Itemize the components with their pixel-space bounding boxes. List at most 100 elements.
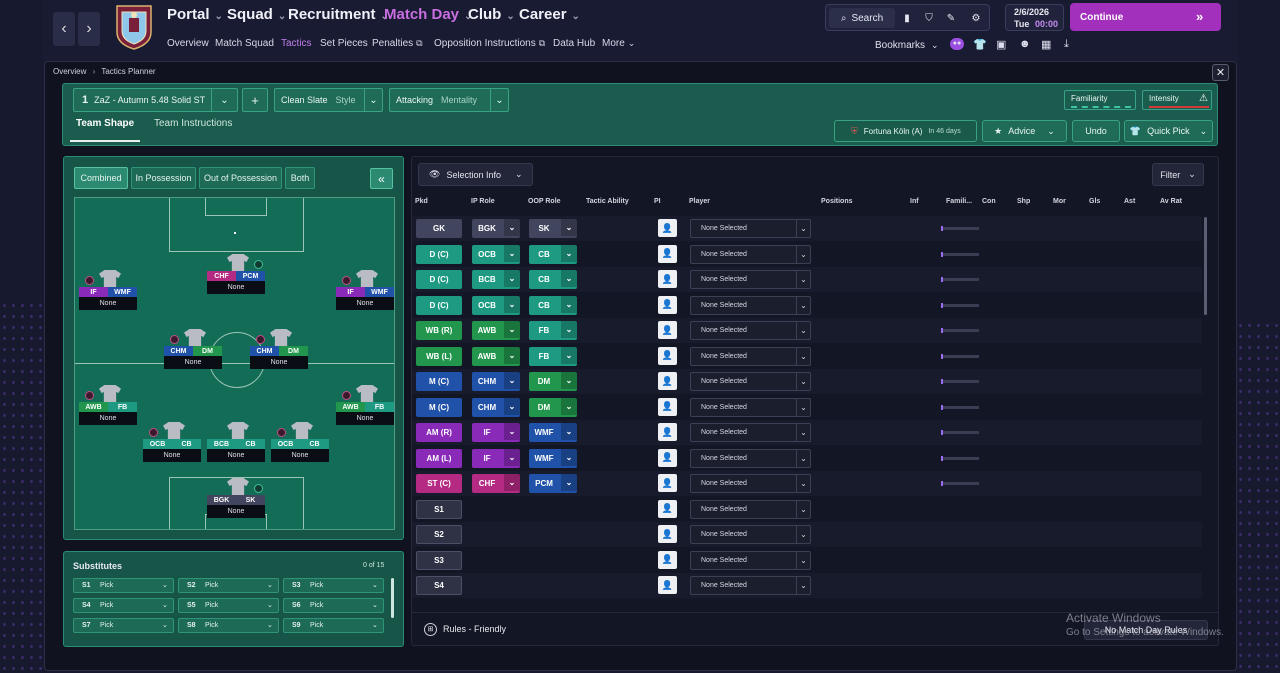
subnav-opposition-instructions[interactable]: Opposition Instructions ⧉ — [434, 38, 545, 49]
bookmark-icon[interactable]: ▮ — [896, 8, 918, 28]
pitch-player-dcr[interactable]: OCB CB None — [271, 422, 329, 462]
pitch-player-dc[interactable]: BCB CB None — [207, 422, 265, 462]
oop-role-select[interactable]: WMF ⌄ — [529, 423, 577, 442]
rules-label[interactable]: Rules - Friendly — [443, 624, 506, 634]
player-instructions-icon[interactable]: 👤 — [658, 576, 677, 594]
player-instructions-icon[interactable]: 👤 — [658, 295, 677, 314]
col-ip-role[interactable]: IP Role — [471, 198, 495, 205]
subnav-match-squad[interactable]: Match Squad — [215, 38, 274, 49]
pitch-player-mcr[interactable]: CHM DM None — [250, 329, 308, 369]
player-select[interactable]: None Selected ⌄ — [690, 270, 811, 289]
player-select[interactable]: None Selected ⌄ — [690, 219, 811, 238]
col-oop-role[interactable]: OOP Role — [528, 198, 561, 205]
player-select[interactable]: None Selected ⌄ — [690, 423, 811, 442]
player-instructions-icon[interactable]: 👤 — [658, 397, 677, 416]
ip-role-select[interactable]: AWB ⌄ — [472, 346, 520, 366]
tab-combined[interactable]: Combined — [74, 167, 128, 189]
gear-icon[interactable]: ⚙ — [964, 8, 988, 28]
ip-role-select[interactable]: BCB ⌄ — [472, 270, 520, 289]
pitch-player-gk[interactable]: BGK SK None — [207, 478, 265, 518]
subnav-penalties[interactable]: Penalties ⧉ — [372, 38, 423, 49]
ip-role-select[interactable]: CHF ⌄ — [472, 474, 520, 493]
tab-out-of-possession[interactable]: Out of Possession — [199, 167, 282, 189]
sub-slot-s4[interactable]: S4 Pick ⌄ — [73, 598, 174, 613]
nav-career[interactable]: Career ⌄ — [519, 6, 580, 23]
player-instructions-icon[interactable]: 👤 — [658, 499, 677, 518]
player-instructions-icon[interactable]: 👤 — [658, 423, 677, 441]
table-row[interactable]: WB (L) AWB ⌄ FB ⌄ 👤 None Selected ⌄ — [412, 343, 1202, 369]
col-shp[interactable]: Shp — [1017, 198, 1030, 205]
oop-role-select[interactable]: CB ⌄ — [529, 270, 577, 289]
table-row[interactable]: M (C) CHM ⌄ DM ⌄ 👤 None Selected ⌄ — [412, 369, 1202, 394]
forward-button[interactable]: › — [78, 12, 100, 46]
player-select[interactable]: None Selected ⌄ — [690, 550, 811, 570]
club-crest-icon[interactable] — [115, 4, 153, 50]
nav-club[interactable]: Club ⌄ — [468, 6, 515, 23]
back-button[interactable]: ‹ — [53, 12, 75, 46]
familiarity-meter[interactable]: Familiarity — [1064, 90, 1136, 110]
player-select[interactable]: None Selected ⌄ — [690, 295, 811, 315]
oop-role-select[interactable]: DM ⌄ — [529, 397, 577, 417]
staff-icon[interactable]: ☻ — [1019, 38, 1031, 50]
bookmarks-dropdown[interactable]: Bookmarks ⌄ — [875, 40, 939, 51]
kit-icon[interactable]: 👕 — [973, 38, 987, 51]
tab-team-shape[interactable]: Team Shape — [76, 118, 134, 129]
subnav-overview[interactable]: Overview — [167, 38, 209, 49]
ip-role-select[interactable]: IF ⌄ — [472, 448, 520, 468]
player-instructions-icon[interactable]: 👤 — [658, 321, 677, 339]
pen-icon[interactable]: ✎ — [940, 8, 962, 28]
ip-role-select[interactable]: BGK ⌄ — [472, 219, 520, 238]
ip-role-select[interactable]: OCB ⌄ — [472, 295, 520, 315]
oop-role-select[interactable]: PCM ⌄ — [529, 474, 577, 493]
ip-role-select[interactable]: IF ⌄ — [472, 423, 520, 442]
player-select[interactable]: None Selected ⌄ — [690, 448, 811, 468]
player-instructions-icon[interactable]: 👤 — [658, 219, 677, 237]
breadcrumb-overview[interactable]: Overview — [53, 67, 86, 76]
pitch-player-wbr[interactable]: AWB FB None — [336, 385, 394, 425]
player-select[interactable]: None Selected ⌄ — [690, 474, 811, 493]
oop-role-select[interactable]: WMF ⌄ — [529, 448, 577, 468]
player-select[interactable]: None Selected ⌄ — [690, 321, 811, 340]
subnav-more[interactable]: More ⌄ — [602, 38, 635, 49]
table-row[interactable]: GK BGK ⌄ SK ⌄ 👤 None Selected ⌄ — [412, 216, 1202, 241]
pitch-player-mcl[interactable]: CHM DM None — [164, 329, 222, 369]
filter-dropdown[interactable]: Filter ⌄ — [1152, 163, 1204, 186]
col-gls[interactable]: Gls — [1089, 198, 1100, 205]
tab-team-instructions[interactable]: Team Instructions — [154, 118, 232, 129]
subs-scrollbar[interactable] — [391, 578, 394, 618]
player-select[interactable]: None Selected ⌄ — [690, 372, 811, 391]
player-instructions-icon[interactable]: 👤 — [658, 244, 677, 263]
table-row[interactable]: M (C) CHM ⌄ DM ⌄ 👤 None Selected ⌄ — [412, 394, 1202, 420]
sub-slot-s9[interactable]: S9 Pick ⌄ — [283, 618, 384, 633]
selection-info-dropdown[interactable]: 👁 Selection Info ⌄ — [418, 163, 533, 186]
col-positions[interactable]: Positions — [821, 198, 853, 205]
player-select[interactable]: None Selected ⌄ — [690, 397, 811, 417]
search-button[interactable]: ⌕ Search — [829, 8, 895, 28]
table-row[interactable]: ST (C) CHF ⌄ PCM ⌄ 👤 None Selected ⌄ — [412, 471, 1202, 496]
sub-slot-s7[interactable]: S7 Pick ⌄ — [73, 618, 174, 633]
oop-role-select[interactable]: FB ⌄ — [529, 346, 577, 366]
pitch-player-wbl[interactable]: AWB FB None — [79, 385, 137, 425]
continue-button[interactable]: Continue » — [1070, 3, 1221, 31]
sub-slot-s2[interactable]: S2 Pick ⌄ — [178, 578, 279, 593]
sub-slot-s5[interactable]: S5 Pick ⌄ — [178, 598, 279, 613]
player-select[interactable]: None Selected ⌄ — [690, 244, 811, 264]
chat-icon[interactable]: ●● — [950, 38, 964, 50]
oop-role-select[interactable]: SK ⌄ — [529, 219, 577, 238]
clipboard-icon[interactable]: ▣ — [996, 38, 1006, 51]
table-scrollbar[interactable] — [1204, 217, 1207, 315]
table-row[interactable]: S3 👤 None Selected ⌄ — [412, 547, 1202, 573]
col-pkd[interactable]: Pkd — [415, 198, 428, 205]
col-player[interactable]: Player — [689, 198, 710, 205]
table-row[interactable]: S4 👤 None Selected ⌄ — [412, 573, 1202, 598]
sub-slot-s3[interactable]: S3 Pick ⌄ — [283, 578, 384, 593]
table-row[interactable]: WB (R) AWB ⌄ FB ⌄ 👤 None Selected ⌄ — [412, 318, 1202, 343]
col-mor[interactable]: Mor — [1053, 198, 1066, 205]
download-icon[interactable]: ⤓ — [1064, 38, 1069, 51]
subnav-tactics[interactable]: Tactics — [281, 38, 312, 49]
col-familiarity[interactable]: Famili... — [946, 198, 972, 205]
table-row[interactable]: D (C) OCB ⌄ CB ⌄ 👤 None Selected ⌄ — [412, 292, 1202, 318]
table-row[interactable]: S2 👤 None Selected ⌄ — [412, 522, 1202, 547]
col-av-rat[interactable]: Av Rat — [1160, 198, 1182, 205]
player-instructions-icon[interactable]: 👤 — [658, 270, 677, 288]
